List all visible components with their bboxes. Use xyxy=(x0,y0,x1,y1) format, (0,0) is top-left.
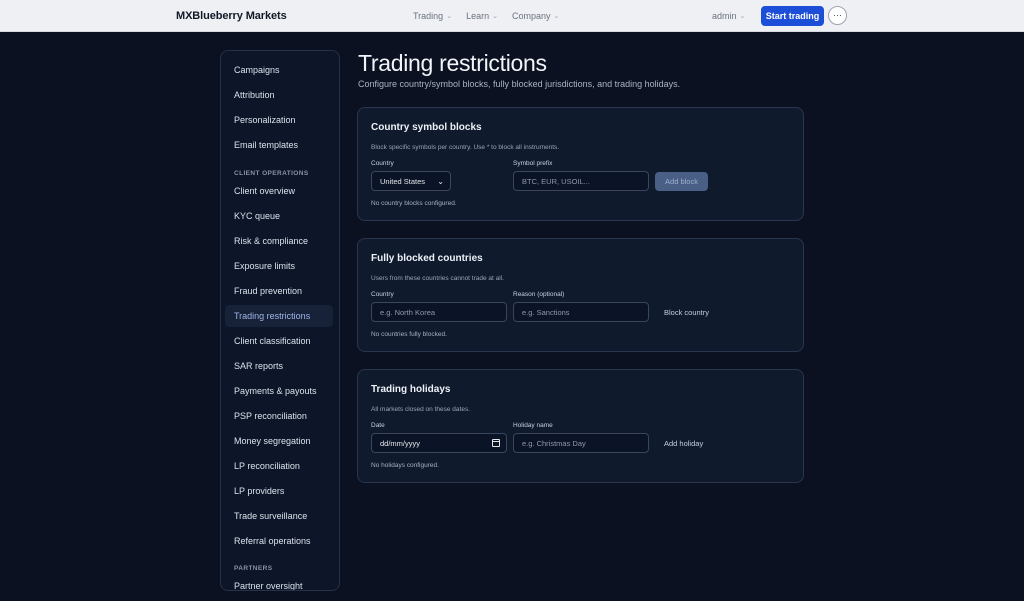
country-select-value: United States xyxy=(380,176,426,186)
date-placeholder: dd/mm/yyyy xyxy=(380,438,421,448)
sidebar-item-trading-restrictions[interactable]: Trading restrictions xyxy=(225,305,333,327)
country-symbol-blocks-card: Country symbol blocks Block specific sym… xyxy=(357,107,804,221)
calendar-icon[interactable] xyxy=(492,439,500,447)
top-bar: MXBlueberry Markets Trading ⌄ Learn ⌄ Co… xyxy=(0,0,1024,32)
blocked-country-input[interactable]: e.g. North Korea xyxy=(371,302,507,322)
start-trading-button[interactable]: Start trading xyxy=(761,6,824,26)
empty-state-text: No countries fully blocked. xyxy=(371,331,447,338)
sidebar-item-payments-payouts[interactable]: Payments & payouts xyxy=(225,380,333,402)
card-description: All markets closed on these dates. xyxy=(371,406,470,413)
card-title: Country symbol blocks xyxy=(371,122,482,133)
sidebar-item-kyc-queue[interactable]: KYC queue xyxy=(225,205,333,227)
add-holiday-button[interactable]: Add holiday xyxy=(664,433,703,453)
country-label: Country xyxy=(371,160,394,167)
card-title: Fully blocked countries xyxy=(371,253,483,264)
user-name: admin xyxy=(712,11,737,21)
page-subtitle: Configure country/symbol blocks, fully b… xyxy=(358,79,681,89)
page-title: Trading restrictions xyxy=(358,50,547,76)
sidebar-item-exposure-limits[interactable]: Exposure limits xyxy=(225,255,333,277)
nav-learn[interactable]: Learn ⌄ xyxy=(466,11,498,21)
sidebar-item-sar-reports[interactable]: SAR reports xyxy=(225,355,333,377)
chevron-down-icon: ⌄ xyxy=(437,176,444,186)
chevron-down-icon: ⌄ xyxy=(446,13,453,20)
date-label: Date xyxy=(371,422,385,429)
nav-learn-label: Learn xyxy=(466,11,490,21)
empty-state-text: No country blocks configured. xyxy=(371,200,457,207)
holiday-date-input[interactable]: dd/mm/yyyy xyxy=(371,433,507,453)
sidebar: Campaigns Attribution Personalization Em… xyxy=(220,50,340,591)
nav-trading-label: Trading xyxy=(413,11,444,21)
holiday-name-input[interactable]: e.g. Christmas Day xyxy=(513,433,649,453)
sidebar-item-email-templates[interactable]: Email templates xyxy=(225,134,333,156)
sidebar-item-partner-oversight[interactable]: Partner oversight xyxy=(225,575,333,590)
sidebar-item-risk-compliance[interactable]: Risk & compliance xyxy=(225,230,333,252)
chevron-down-icon: ⌄ xyxy=(739,13,746,20)
symbol-prefix-input[interactable]: BTC, EUR, USOIL... xyxy=(513,171,649,191)
block-country-button[interactable]: Block country xyxy=(664,302,709,322)
sidebar-item-psp-reconciliation[interactable]: PSP reconciliation xyxy=(225,405,333,427)
user-menu[interactable]: admin ⌄ xyxy=(712,11,745,21)
chevron-down-icon: ⌄ xyxy=(553,13,560,20)
brand-logo[interactable]: MXBlueberry Markets xyxy=(176,10,287,22)
nav-company[interactable]: Company ⌄ xyxy=(512,11,559,21)
country-label: Country xyxy=(371,291,394,298)
main-nav: Trading ⌄ Learn ⌄ Company ⌄ xyxy=(413,11,559,21)
nav-trading[interactable]: Trading ⌄ xyxy=(413,11,452,21)
sidebar-item-lp-reconciliation[interactable]: LP reconciliation xyxy=(225,455,333,477)
sidebar-section-partners: PARTNERS xyxy=(234,565,273,572)
symbol-prefix-label: Symbol prefix xyxy=(513,160,553,167)
sidebar-item-money-segregation[interactable]: Money segregation xyxy=(225,430,333,452)
sidebar-item-campaigns[interactable]: Campaigns xyxy=(225,59,333,81)
sidebar-item-attribution[interactable]: Attribution xyxy=(225,84,333,106)
sidebar-section-client-operations: CLIENT OPERATIONS xyxy=(234,170,309,177)
sidebar-item-personalization[interactable]: Personalization xyxy=(225,109,333,131)
sidebar-item-referral-operations[interactable]: Referral operations xyxy=(225,530,333,552)
card-title: Trading holidays xyxy=(371,384,451,395)
sidebar-item-fraud-prevention[interactable]: Fraud prevention xyxy=(225,280,333,302)
sidebar-item-client-classification[interactable]: Client classification xyxy=(225,330,333,352)
sidebar-item-trade-surveillance[interactable]: Trade surveillance xyxy=(225,505,333,527)
reason-label: Reason (optional) xyxy=(513,291,565,298)
card-description: Block specific symbols per country. Use … xyxy=(371,144,560,151)
holiday-name-label: Holiday name xyxy=(513,422,553,429)
reason-input[interactable]: e.g. Sanctions xyxy=(513,302,649,322)
card-description: Users from these countries cannot trade … xyxy=(371,275,504,282)
empty-state-text: No holidays configured. xyxy=(371,462,439,469)
add-block-button[interactable]: Add block xyxy=(655,172,708,191)
sidebar-item-client-overview[interactable]: Client overview xyxy=(225,180,333,202)
fully-blocked-countries-card: Fully blocked countries Users from these… xyxy=(357,238,804,352)
trading-holidays-card: Trading holidays All markets closed on t… xyxy=(357,369,804,483)
more-options-icon[interactable]: ··· xyxy=(828,6,847,25)
country-select[interactable]: United States ⌄ xyxy=(371,171,451,191)
sidebar-item-lp-providers[interactable]: LP providers xyxy=(225,480,333,502)
nav-company-label: Company xyxy=(511,11,551,21)
chevron-down-icon: ⌄ xyxy=(492,13,498,20)
